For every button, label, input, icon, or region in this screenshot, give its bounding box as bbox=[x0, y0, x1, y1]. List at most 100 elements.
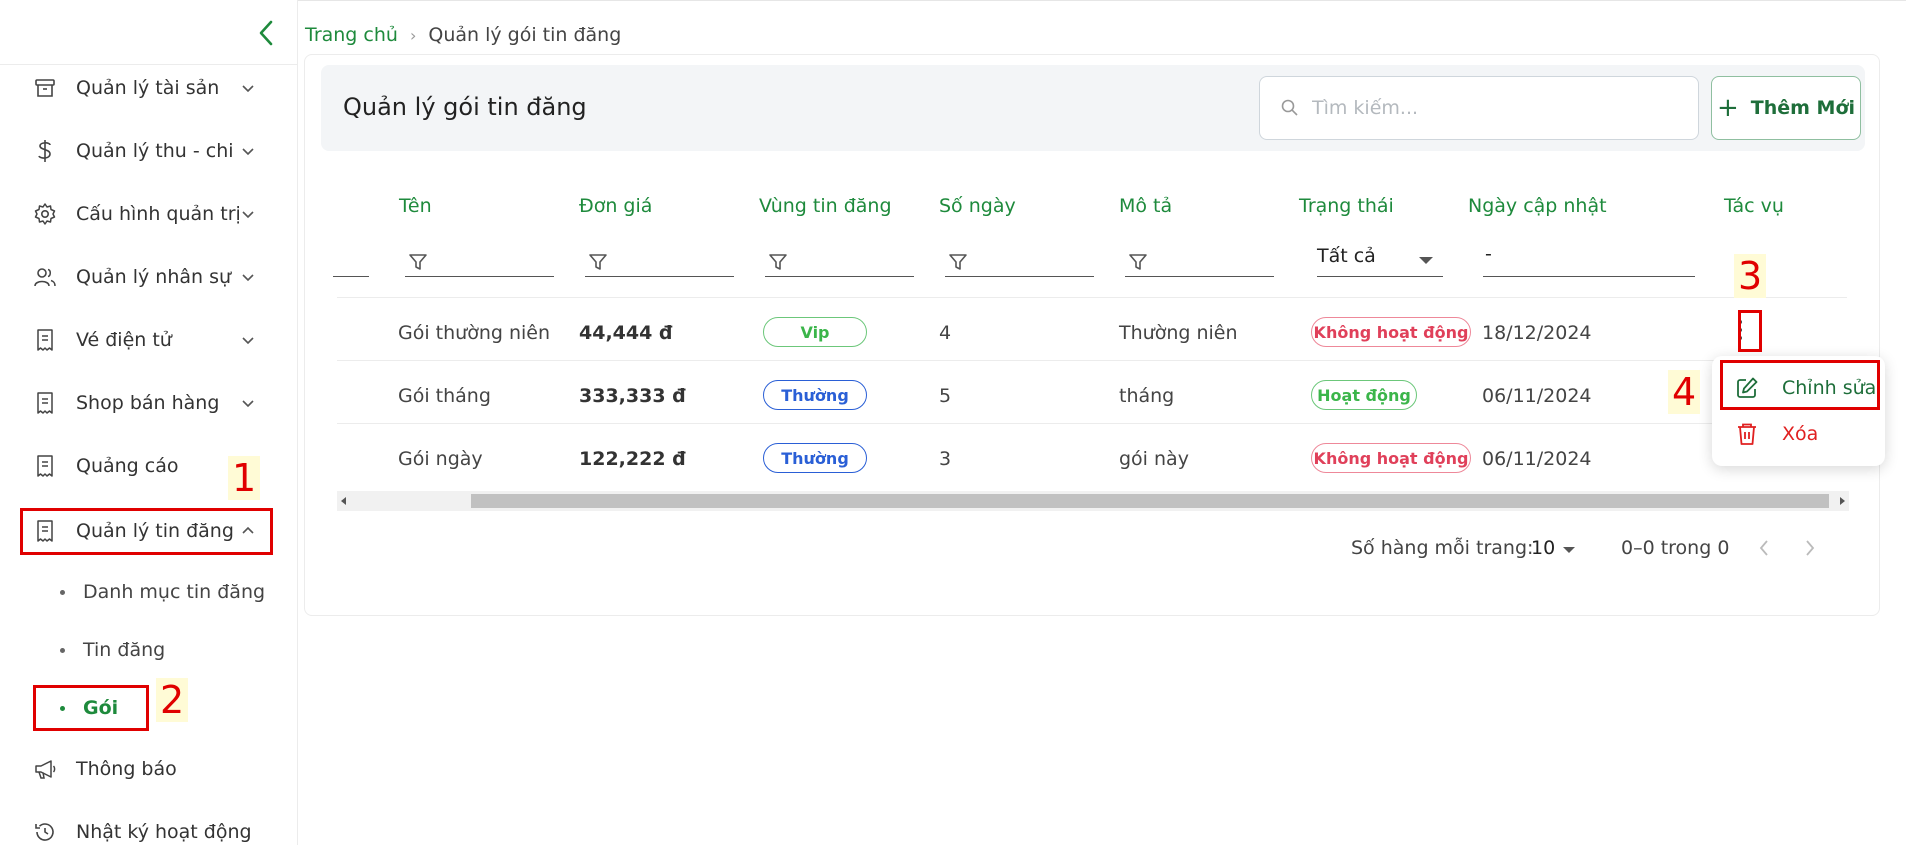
archive-icon bbox=[32, 75, 58, 101]
cell-days: 3 bbox=[939, 448, 952, 470]
cell-days: 5 bbox=[939, 385, 952, 407]
region-badge: Thường bbox=[763, 380, 867, 410]
sidebar-item-label: Thông báo bbox=[76, 758, 177, 780]
cell-price: 333,333 đ bbox=[579, 385, 686, 407]
sidebar-item-label: Shop bán hàng bbox=[76, 392, 220, 414]
search-icon bbox=[1281, 99, 1298, 116]
chevron-down-icon bbox=[242, 337, 254, 345]
history-icon bbox=[32, 819, 58, 845]
search-box bbox=[1259, 76, 1699, 140]
column-header-actions: Tác vụ bbox=[1724, 195, 1784, 217]
megaphone-icon bbox=[32, 756, 58, 782]
submenu-item-listings[interactable]: Tin đăng bbox=[60, 630, 165, 670]
filter-icon bbox=[409, 254, 427, 270]
caret-down-icon bbox=[1563, 547, 1575, 553]
gear-icon bbox=[32, 201, 58, 227]
pagination-range: 0–0 trong 0 bbox=[1621, 537, 1730, 559]
rows-per-page-label: Số hàng mỗi trang: bbox=[1351, 537, 1534, 559]
caret-down-icon bbox=[1419, 257, 1433, 264]
breadcrumb-home-link[interactable]: Trang chủ bbox=[305, 24, 398, 46]
page-title: Quản lý gói tin đăng bbox=[343, 93, 587, 121]
packages-card: Quản lý gói tin đăng + Thêm Mới Tên Đơn … bbox=[304, 54, 1880, 616]
column-header-description[interactable]: Mô tả bbox=[1119, 195, 1172, 217]
sidebar-item-label: Nhật ký hoạt động bbox=[76, 821, 252, 843]
submenu-item-listing-categories[interactable]: Danh mục tin đăng bbox=[60, 572, 265, 612]
sidebar-item-income-expense[interactable]: Quản lý thu - chi bbox=[22, 128, 272, 174]
column-header-region[interactable]: Vùng tin đăng bbox=[759, 195, 892, 217]
updated-date-filter-value: - bbox=[1485, 243, 1492, 265]
chevron-down-icon bbox=[242, 85, 254, 93]
horizontal-scrollbar[interactable] bbox=[337, 491, 1849, 511]
submenu-item-label: Tin đăng bbox=[83, 639, 166, 661]
sidebar-item-activity-log[interactable]: Nhật ký hoạt động bbox=[22, 809, 272, 845]
chevron-left-icon bbox=[259, 20, 273, 46]
chevron-left-icon bbox=[1759, 540, 1768, 556]
rows-per-page-select[interactable]: 10 bbox=[1531, 537, 1575, 559]
sidebar-item-shop[interactable]: Shop bán hàng bbox=[22, 380, 272, 426]
plus-icon: + bbox=[1716, 93, 1739, 123]
cell-updated: 18/12/2024 bbox=[1482, 322, 1592, 344]
scroll-left-arrow[interactable] bbox=[341, 497, 346, 505]
breadcrumb-current: Quản lý gói tin đăng bbox=[428, 24, 622, 46]
next-page-button[interactable] bbox=[1799, 537, 1821, 559]
sidebar-item-label: Quản lý tài sản bbox=[76, 77, 220, 99]
annotation-box-1 bbox=[20, 508, 273, 555]
sidebar-item-notifications[interactable]: Thông báo bbox=[22, 746, 272, 792]
chevron-right-icon bbox=[1806, 540, 1815, 556]
filter-icon bbox=[589, 254, 607, 270]
cell-name: Gói tháng bbox=[398, 385, 491, 407]
status-badge: Hoạt động bbox=[1311, 380, 1417, 410]
region-badge: Vip bbox=[763, 317, 867, 347]
users-icon bbox=[32, 264, 58, 290]
sidebar-item-assets[interactable]: Quản lý tài sản bbox=[22, 65, 272, 111]
column-header-name[interactable]: Tên bbox=[399, 195, 432, 217]
annotation-number-2: 2 bbox=[156, 678, 189, 722]
column-header-updated[interactable]: Ngày cập nhật bbox=[1468, 195, 1607, 217]
sidebar-item-label: Cấu hình quản trị bbox=[76, 203, 241, 225]
sidebar-item-label: Quản lý thu - chi bbox=[76, 140, 234, 162]
status-filter-select[interactable]: Tất cả bbox=[1317, 245, 1443, 277]
chevron-down-icon bbox=[242, 274, 254, 282]
annotation-number-4: 4 bbox=[1668, 370, 1701, 414]
scrollbar-thumb[interactable] bbox=[471, 494, 1829, 508]
collapse-sidebar-button[interactable] bbox=[254, 18, 278, 48]
card-header: Quản lý gói tin đăng + Thêm Mới bbox=[321, 65, 1865, 151]
updated-date-filter[interactable]: - bbox=[1485, 243, 1492, 265]
submenu-item-label: Danh mục tin đăng bbox=[83, 581, 266, 603]
search-input[interactable] bbox=[1312, 97, 1692, 119]
annotation-box-2 bbox=[33, 685, 149, 731]
add-new-label: Thêm Mới bbox=[1750, 97, 1856, 119]
delete-menu-item[interactable]: Xóa bbox=[1734, 416, 1818, 452]
delete-menu-label: Xóa bbox=[1782, 423, 1819, 445]
annotation-box-3 bbox=[1738, 310, 1762, 352]
region-badge: Thường bbox=[763, 443, 867, 473]
cell-price: 44,444 đ bbox=[579, 322, 673, 344]
cell-updated: 06/11/2024 bbox=[1482, 448, 1592, 470]
sidebar-item-hr[interactable]: Quản lý nhân sự bbox=[22, 254, 272, 300]
sidebar-item-label: Vé điện tử bbox=[76, 329, 172, 351]
status-filter-value: Tất cả bbox=[1317, 245, 1376, 267]
status-badge: Không hoạt động bbox=[1311, 317, 1471, 347]
filter-icon bbox=[949, 254, 967, 270]
scroll-right-arrow[interactable] bbox=[1840, 497, 1845, 505]
sidebar-item-label: Quảng cáo bbox=[76, 455, 179, 477]
column-header-status[interactable]: Trạng thái bbox=[1299, 195, 1394, 217]
cell-description: Thường niên bbox=[1119, 322, 1238, 344]
sidebar-item-admin-config[interactable]: Cấu hình quản trị bbox=[22, 191, 272, 237]
sidebar-item-e-ticket[interactable]: Vé điện tử bbox=[22, 317, 272, 363]
chevron-down-icon bbox=[242, 148, 254, 156]
dollar-icon bbox=[32, 138, 58, 164]
previous-page-button[interactable] bbox=[1753, 537, 1775, 559]
column-header-days[interactable]: Số ngày bbox=[939, 195, 1016, 217]
receipt-icon bbox=[32, 390, 58, 416]
breadcrumb-separator: › bbox=[409, 25, 417, 45]
add-new-button[interactable]: + Thêm Mới bbox=[1711, 76, 1861, 140]
sidebar-item-label: Quản lý nhân sự bbox=[76, 266, 232, 288]
chevron-down-icon bbox=[242, 400, 254, 408]
cell-days: 4 bbox=[939, 322, 952, 344]
receipt-icon bbox=[32, 327, 58, 353]
breadcrumb: Trang chủ › Quản lý gói tin đăng bbox=[305, 24, 621, 46]
column-header-price[interactable]: Đơn giá bbox=[579, 195, 652, 217]
annotation-number-3: 3 bbox=[1734, 254, 1767, 298]
cell-price: 122,222 đ bbox=[579, 448, 686, 470]
